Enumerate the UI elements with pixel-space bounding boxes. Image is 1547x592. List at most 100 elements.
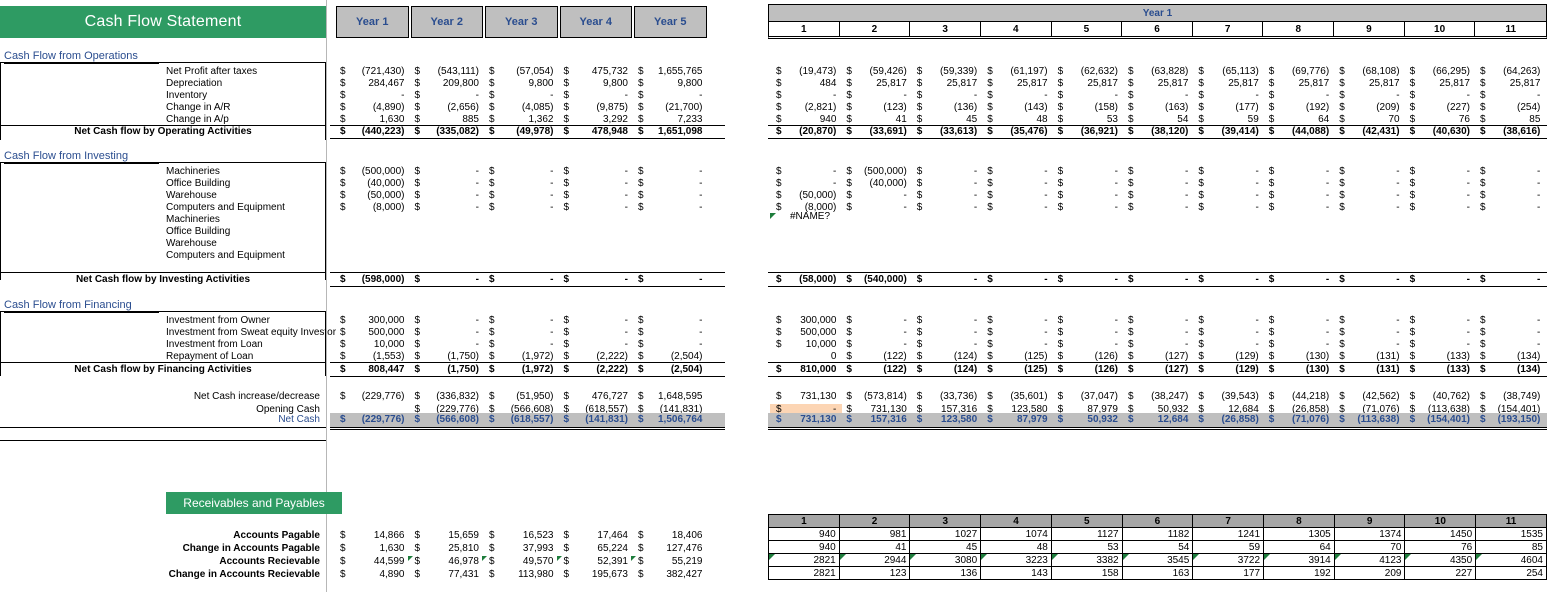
numeric-cell: - [1185, 202, 1189, 213]
double-rule [330, 427, 725, 430]
numeric-cell: (42,562) [1362, 391, 1400, 402]
numeric-cell: 475,732 [591, 66, 628, 77]
table-cell: 48 [980, 540, 1052, 554]
numeric-cell: (40,762) [1432, 391, 1470, 402]
numeric-cell: (133) [1446, 364, 1470, 375]
numeric-cell: - [1114, 339, 1118, 350]
numeric-cell: 25,817 [1016, 78, 1048, 89]
numeric-cell: (42,431) [1362, 126, 1400, 137]
rule [0, 311, 326, 312]
table-cell: 3223 [980, 553, 1052, 567]
numeric-cell: - [1185, 178, 1189, 189]
numeric-cell: (63,828) [1151, 66, 1189, 77]
numeric-cell: (35,601) [1010, 391, 1048, 402]
error-flag-icon [770, 213, 776, 219]
numeric-cell: - [550, 327, 554, 338]
rule [0, 427, 326, 428]
numeric-cell: - [1466, 90, 1470, 101]
numeric-cell: - [903, 202, 907, 213]
numeric-cell: (598,000) [361, 274, 405, 285]
numeric-cell: 18,406 [671, 530, 703, 541]
table-cell: 4604 [1475, 553, 1547, 567]
numeric-cell: (440,223) [361, 126, 405, 137]
month-header-11: 11 [1505, 23, 1517, 35]
year-header-3: Year 3 [485, 6, 558, 38]
rule [0, 440, 326, 441]
rule [768, 286, 1547, 287]
numeric-cell: (50,000) [799, 190, 837, 201]
numeric-cell: 484 [819, 78, 837, 89]
month-header-10: 10 [1405, 22, 1476, 36]
month-header-2: 2 [840, 22, 911, 36]
table-cell: 54 [1121, 540, 1194, 554]
month-col-header-5: 5 [1050, 514, 1123, 528]
table-cell: 3545 [1121, 553, 1194, 567]
numeric-cell: (129) [1235, 364, 1259, 375]
cell-error-flag-icon [769, 554, 775, 560]
numeric-cell: 10,000 [373, 339, 405, 350]
numeric-cell: (68,108) [1362, 66, 1400, 77]
rule [768, 272, 1547, 273]
table-header-row: 1 2 3 4 5 6 7 8 9 10 11 [768, 514, 1547, 528]
table-cell: 940 [768, 540, 840, 554]
numeric-cell: 808,447 [368, 364, 405, 375]
numeric-cell: (59,339) [939, 66, 978, 77]
month-col-header-2: 2 [838, 514, 911, 528]
year-header-4: Year 4 [559, 6, 632, 38]
numeric-cell: - [1537, 339, 1541, 350]
table-cell: 254 [1475, 566, 1547, 580]
table-cell: 2821 [768, 566, 840, 580]
table-cell: 209 [1333, 566, 1406, 580]
table-cell: 158 [1050, 566, 1123, 580]
numeric-cell: (573,814) [863, 391, 907, 402]
rule [330, 376, 725, 377]
table-cell: 1535 [1475, 527, 1547, 541]
table-row: 940 981 1027 1074 1127 1182 1241 1305 1374 1450 15… [768, 527, 1547, 541]
numeric-cell: - [1537, 327, 1541, 338]
cell-error-flag-icon [1264, 554, 1271, 560]
numeric-cell: 49,570 [522, 556, 554, 567]
numeric-cell: - [1537, 274, 1541, 285]
label-fin-2: Investment from Loan [166, 339, 263, 350]
numeric-cell: - [1044, 190, 1048, 201]
numeric-cell: 300,000 [368, 315, 405, 326]
numeric-cell: - [624, 166, 628, 177]
numeric-cell: - [973, 339, 978, 350]
numeric-cell: (131) [1376, 364, 1400, 375]
month-col-header-10: 10 [1404, 514, 1477, 528]
right-year-group-header: Year 1 [768, 4, 1547, 21]
table-cell: 123 [838, 566, 911, 580]
numeric-cell: 476,727 [591, 391, 628, 402]
numeric-cell: - [475, 178, 479, 189]
numeric-cell: (163) [1165, 102, 1189, 113]
numeric-cell: - [1255, 327, 1259, 338]
numeric-cell: - [1185, 339, 1189, 350]
numeric-cell: - [1466, 166, 1470, 177]
numeric-cell: - [699, 202, 703, 213]
numeric-cell: - [1537, 178, 1541, 189]
month-header-4: 4 [981, 22, 1052, 36]
month-col-header-1: 1 [768, 514, 840, 528]
label-summary-0: Net Cash increase/decrease [193, 391, 320, 402]
cell-error-flag-icon [482, 556, 487, 561]
numeric-cell: 87,979 [1016, 414, 1048, 425]
numeric-cell: - [1396, 190, 1400, 201]
numeric-cell: 9,800 [602, 78, 628, 89]
total-label-investing: Net Cash flow by Investing Activities [75, 274, 251, 285]
numeric-cell: (154,401) [1427, 414, 1470, 425]
month-header-1: 1 [769, 22, 840, 36]
numeric-cell: 209,800 [442, 78, 479, 89]
numeric-cell: 195,673 [591, 569, 628, 580]
numeric-cell: (143) [1024, 102, 1048, 113]
numeric-cell: (124) [953, 364, 978, 375]
label-ops-2: Inventory [166, 90, 208, 101]
numeric-cell: (51,950) [516, 391, 554, 402]
numeric-cell: - [1255, 166, 1259, 177]
numeric-cell: 500,000 [368, 327, 405, 338]
numeric-cell: (33,736) [939, 391, 978, 402]
numeric-cell: 55,219 [671, 556, 703, 567]
numeric-cell: 1,506,764 [658, 414, 703, 425]
numeric-cell: (8,000) [372, 202, 405, 213]
numeric-cell: (130) [1305, 364, 1330, 375]
year-header-2: Year 2 [410, 6, 483, 38]
